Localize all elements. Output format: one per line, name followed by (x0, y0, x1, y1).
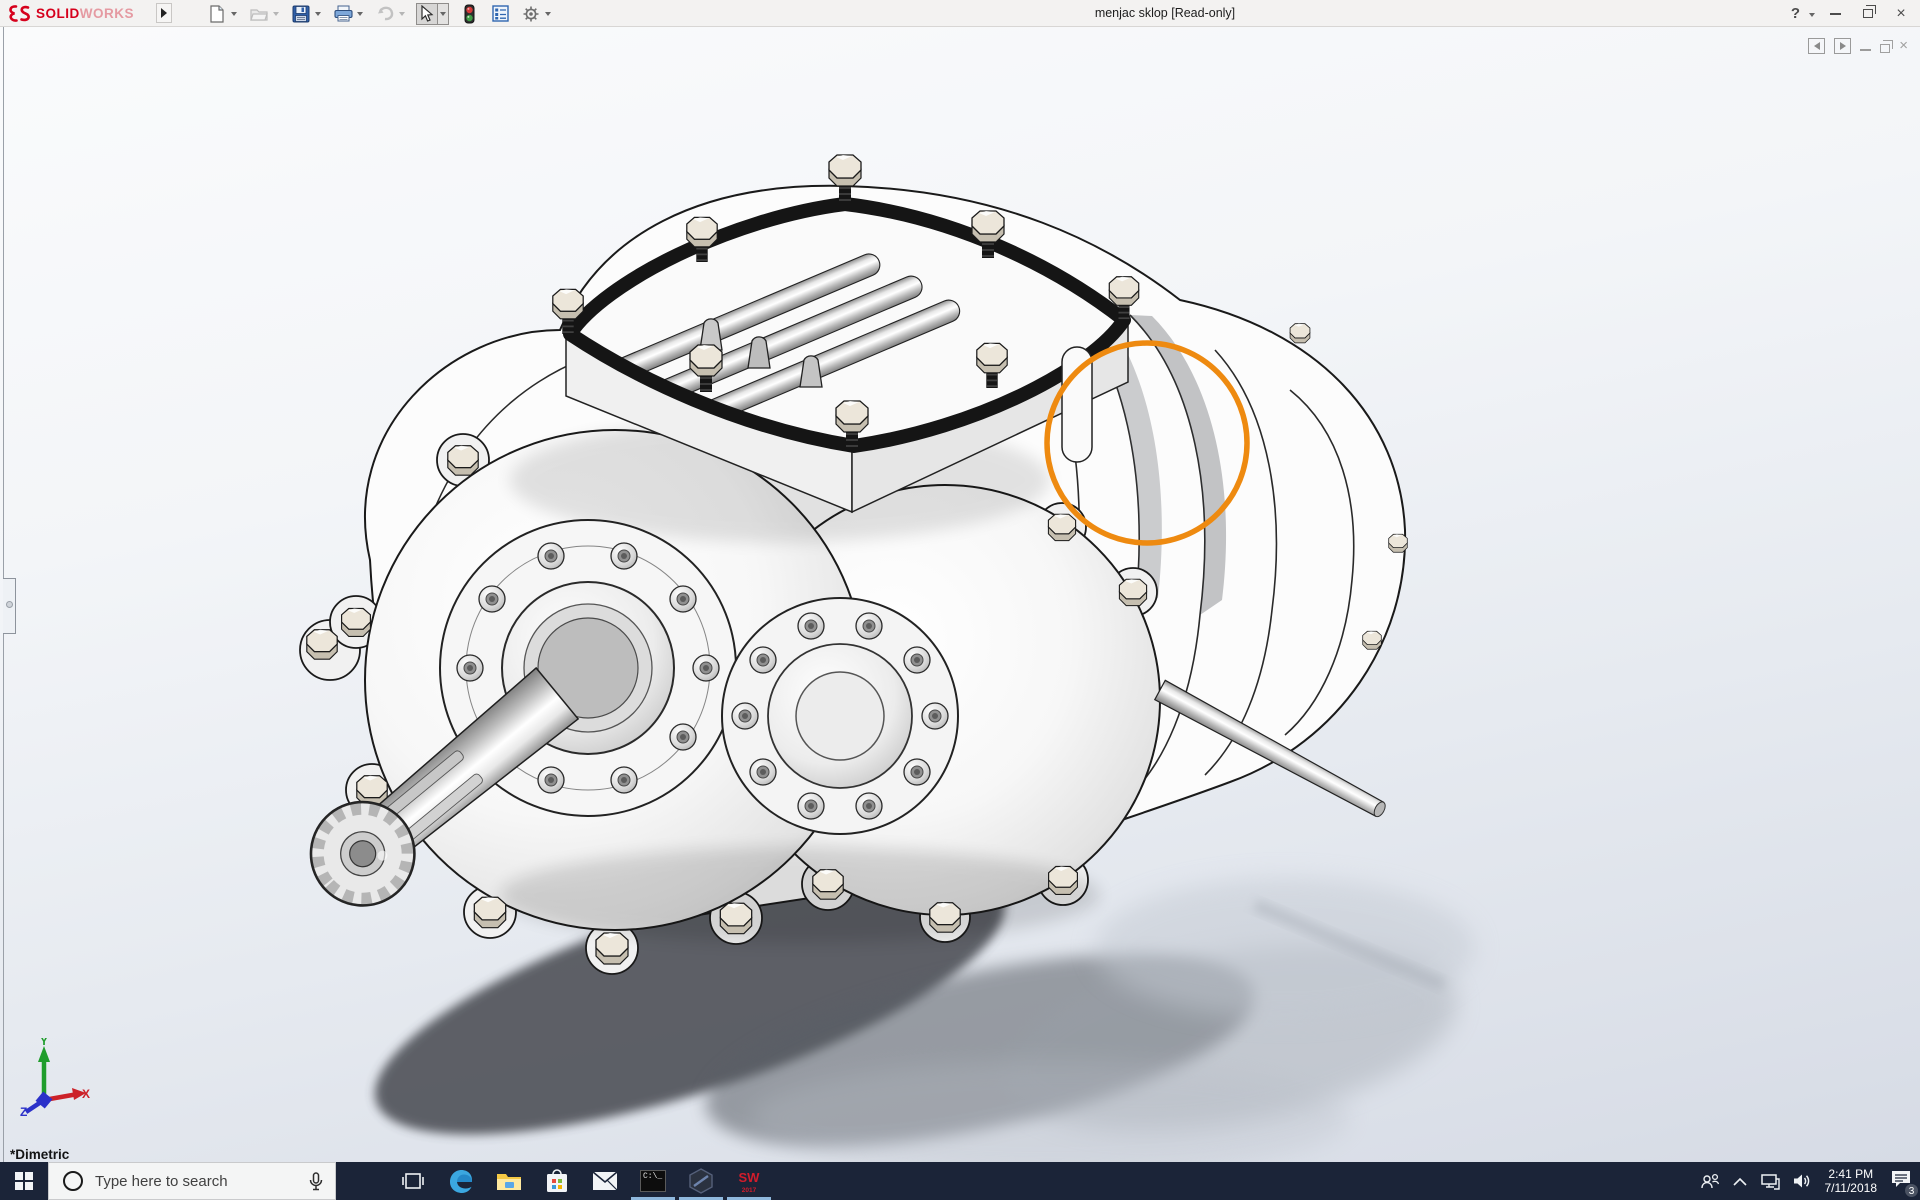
window-controls: ? × (1789, 0, 1914, 27)
rebuild-button[interactable] (458, 3, 480, 25)
window-title: menjac sklop [Read-only] (1094, 6, 1236, 20)
minimize-button[interactable] (1822, 3, 1848, 25)
taskbar-app-hexagon[interactable] (677, 1162, 725, 1200)
document-window-controls: × (1808, 37, 1908, 55)
doc-restore-icon (1880, 39, 1894, 53)
taskbar-app-mail[interactable] (581, 1162, 629, 1200)
new-document-button[interactable] (206, 3, 228, 25)
arrow-left-icon (1813, 42, 1820, 50)
flyout-expand-icon (161, 8, 167, 18)
action-center-button[interactable]: 3 (1890, 1169, 1919, 1198)
doc-minimize-button[interactable] (1860, 41, 1872, 51)
taskbar-clock[interactable]: 2:41 PM 7/11/2018 (1825, 1167, 1878, 1195)
options-gear-icon (523, 6, 539, 21)
taskbar: Type here to search C:\_ SW 2017 2:41 PM… (0, 1162, 1920, 1200)
select-tool-button[interactable] (416, 2, 438, 25)
minimize-icon (1829, 12, 1841, 15)
close-button[interactable]: × (1888, 3, 1914, 25)
doc-restore-button[interactable] (1880, 39, 1894, 53)
undo-icon (377, 6, 393, 21)
mail-icon (592, 1171, 618, 1191)
doc-close-icon: × (1899, 37, 1908, 54)
options-button[interactable] (520, 3, 542, 25)
notification-badge: 3 (1904, 1183, 1919, 1198)
people-icon[interactable] (1700, 1173, 1720, 1189)
help-button[interactable]: ? (1789, 5, 1802, 22)
network-icon[interactable] (1760, 1173, 1780, 1190)
cortana-icon (63, 1171, 83, 1191)
microsoft-store-icon (547, 1169, 567, 1192)
y-axis-arrow (38, 1046, 50, 1062)
file-explorer-icon (497, 1174, 521, 1190)
z-axis-label: Z (20, 1105, 27, 1116)
start-button[interactable] (0, 1162, 48, 1200)
taskbar-search[interactable]: Type here to search (48, 1162, 336, 1200)
solidworks-logo: SOLIDWORKS (6, 2, 134, 25)
restore-icon (1863, 5, 1876, 18)
print-button[interactable] (332, 3, 354, 25)
search-placeholder-text: Type here to search (95, 1172, 228, 1190)
taskbar-app-command-prompt[interactable]: C:\_ (629, 1162, 677, 1200)
taskbar-app-microsoft-store[interactable] (533, 1162, 581, 1200)
print-dropdown[interactable] (354, 3, 365, 25)
tray-time: 2:41 PM (1828, 1167, 1874, 1181)
file-properties-button[interactable] (489, 3, 511, 25)
save-dropdown[interactable] (312, 3, 323, 25)
new-document-dropdown[interactable] (228, 3, 239, 25)
titlebar: SOLIDWORKS menjac sklop [Read-only] ? × (0, 0, 1920, 27)
quick-toolbar (206, 2, 562, 25)
save-button[interactable] (290, 3, 312, 25)
edge-icon (450, 1170, 472, 1193)
brand-text: SOLIDWORKS (36, 6, 135, 21)
doc-close-button[interactable]: × (1899, 37, 1908, 55)
y-axis-label: Y (40, 1038, 48, 1048)
toolbar-flyout-expand-button[interactable] (156, 3, 172, 23)
gearbox-3d-model[interactable] (0, 27, 1920, 1162)
taskbar-app-solidworks[interactable]: SW 2017 (725, 1162, 773, 1200)
undo-dropdown[interactable] (396, 3, 407, 25)
solidworks-3s-icon (9, 4, 30, 22)
close-icon: × (1896, 4, 1906, 22)
print-icon (333, 5, 353, 22)
select-tool-dropdown[interactable] (438, 2, 449, 25)
taskbar-apps: C:\_ SW 2017 (389, 1162, 773, 1200)
command-prompt-icon: C:\_ (640, 1170, 666, 1192)
x-axis-label: X (82, 1087, 90, 1101)
system-tray: 2:41 PM 7/11/2018 3 (1700, 1162, 1919, 1200)
windows-logo-icon (15, 1172, 33, 1190)
open-button[interactable] (248, 3, 270, 25)
save-icon (292, 5, 310, 22)
select-cursor-icon (421, 5, 434, 22)
task-view-button[interactable] (389, 1162, 437, 1200)
graphics-viewport[interactable]: Y X Z *Dimetric × (0, 27, 1920, 1162)
rebuild-traffic-light-icon (464, 4, 474, 23)
hexagon-app-icon (689, 1168, 713, 1194)
chevron-up-icon[interactable] (1732, 1177, 1747, 1186)
open-dropdown[interactable] (270, 3, 281, 25)
restore-button[interactable] (1855, 3, 1881, 25)
arrow-right-icon (1839, 42, 1846, 50)
previous-pane-button[interactable] (1808, 38, 1826, 54)
microphone-icon[interactable] (309, 1171, 323, 1191)
help-dropdown[interactable] (1809, 12, 1815, 17)
output-bearing-flange (721, 597, 959, 835)
speaker-icon[interactable] (1793, 1173, 1812, 1189)
next-pane-button[interactable] (1834, 38, 1852, 54)
tray-date: 7/11/2018 (1824, 1181, 1878, 1195)
file-properties-icon (491, 5, 509, 22)
taskbar-app-edge[interactable] (437, 1162, 485, 1200)
view-orientation-label: *Dimetric (10, 1147, 70, 1162)
undo-button[interactable] (374, 3, 396, 25)
new-document-icon (210, 4, 224, 23)
taskbar-app-file-explorer[interactable] (485, 1162, 533, 1200)
reference-triad: Y X Z (20, 1038, 90, 1116)
open-icon (250, 8, 268, 21)
task-view-icon (402, 1173, 424, 1189)
doc-minimize-icon (1860, 49, 1872, 51)
options-dropdown[interactable] (542, 3, 553, 25)
solidworks-2017-icon: SW 2017 (738, 1169, 760, 1194)
